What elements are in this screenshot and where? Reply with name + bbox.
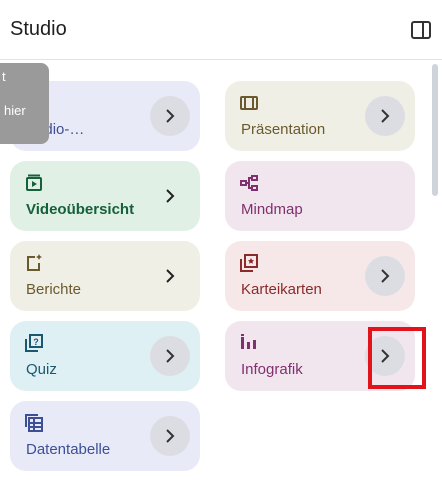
video-overview-card[interactable]: Videoübersicht bbox=[10, 161, 200, 231]
studio-header: Studio bbox=[0, 0, 442, 60]
flashcards-card[interactable]: Karteikarten bbox=[225, 241, 415, 311]
tooltip-text-line1: t bbox=[2, 69, 6, 84]
card-label: Infografik bbox=[241, 361, 303, 378]
card-label: Datentabelle bbox=[26, 441, 111, 458]
flashcards-open-button[interactable] bbox=[365, 256, 405, 296]
quiz-icon: ? bbox=[25, 334, 43, 352]
card-label: Videoübersicht bbox=[26, 201, 135, 218]
page-title: Studio bbox=[10, 18, 67, 40]
data-table-card[interactable]: Datentabelle bbox=[10, 401, 200, 471]
tooltip-text-line2: hier bbox=[4, 103, 26, 118]
data-table-open-button[interactable] bbox=[150, 416, 190, 456]
chevron-right-icon bbox=[166, 349, 175, 363]
card-label: Quiz bbox=[26, 361, 57, 378]
chevron-right-icon bbox=[381, 109, 390, 123]
chevron-right-icon bbox=[381, 349, 390, 363]
chevron-right-icon bbox=[166, 189, 175, 203]
slides-icon bbox=[240, 94, 258, 112]
chevron-right-icon bbox=[166, 429, 175, 443]
card-label: Berichte bbox=[26, 281, 82, 298]
data-table-icon bbox=[25, 414, 43, 432]
presentation-open-button[interactable] bbox=[365, 96, 405, 136]
chevron-right-icon bbox=[381, 269, 390, 283]
tooltip-overlay: t hier bbox=[0, 63, 49, 144]
video-play-icon bbox=[25, 174, 43, 192]
card-label: Karteikarten bbox=[241, 281, 322, 298]
flashcards-icon bbox=[240, 254, 258, 272]
reports-open-button[interactable] bbox=[150, 256, 190, 296]
chevron-right-icon bbox=[166, 109, 175, 123]
infographic-open-button[interactable] bbox=[365, 336, 405, 376]
chevron-right-icon bbox=[166, 269, 175, 283]
presentation-card[interactable]: Präsentation bbox=[225, 81, 415, 151]
video-open-button[interactable] bbox=[150, 176, 190, 216]
mindmap-card[interactable]: Mindmap bbox=[225, 161, 415, 231]
quiz-open-button[interactable] bbox=[150, 336, 190, 376]
scrollbar[interactable] bbox=[432, 64, 438, 196]
infographic-card[interactable]: Infografik bbox=[225, 321, 415, 391]
audio-open-button[interactable] bbox=[150, 96, 190, 136]
mindmap-icon bbox=[240, 174, 258, 192]
reports-card[interactable]: Berichte bbox=[10, 241, 200, 311]
dock-panel-icon[interactable] bbox=[410, 19, 432, 41]
card-label: Mindmap bbox=[241, 201, 303, 218]
svg-text:?: ? bbox=[33, 337, 39, 347]
card-label: Präsentation bbox=[241, 121, 326, 138]
report-sparkle-icon bbox=[25, 254, 43, 272]
infographic-bars-icon bbox=[240, 334, 258, 352]
quiz-card[interactable]: ? Quiz bbox=[10, 321, 200, 391]
